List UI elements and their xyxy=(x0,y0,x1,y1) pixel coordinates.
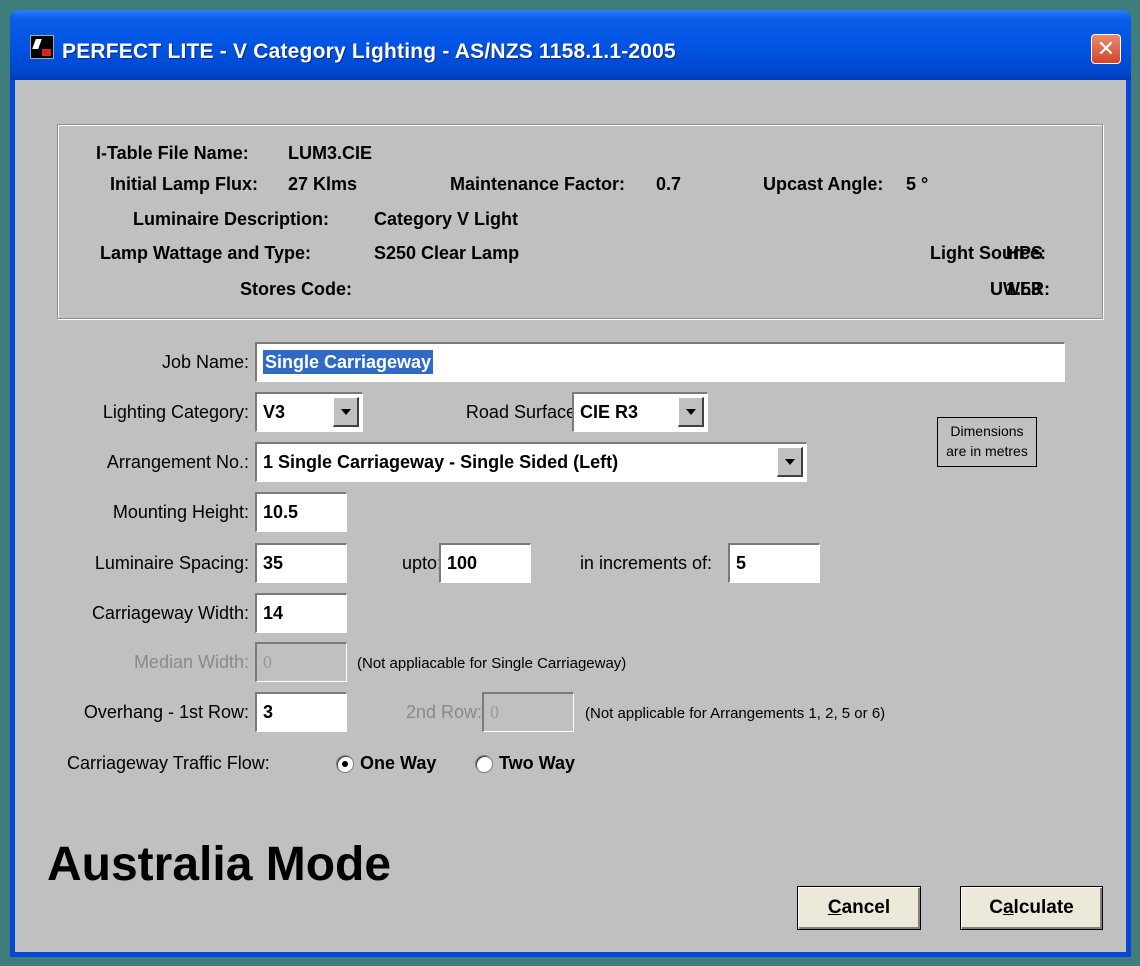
mounting-height-label: Mounting Height: xyxy=(112,502,249,522)
dialog-window: PERFECT LITE - V Category Lighting - AS/… xyxy=(10,10,1131,957)
median-width-label: Median Width: xyxy=(133,652,249,672)
maintenance-value: 0.7 xyxy=(656,174,682,194)
second-row-note: (Not applicable for Arrangements 1, 2, 5… xyxy=(585,705,886,722)
description-value: Category V Light xyxy=(374,209,519,229)
lighting-category-select[interactable]: V3 xyxy=(255,392,363,432)
job-name-label: Job Name: xyxy=(161,352,249,372)
chevron-down-icon[interactable] xyxy=(333,397,359,427)
description-label: Luminaire Description: xyxy=(133,209,330,229)
cancel-button[interactable]: Cancel xyxy=(797,886,921,930)
upcast-value: 5 ° xyxy=(906,174,929,194)
calculate-hotkey: a xyxy=(1002,897,1014,918)
luminaire-spacing-label: Luminaire Spacing: xyxy=(94,553,249,573)
flux-label: Initial Lamp Flux: xyxy=(110,174,259,194)
overhang-first-row-input[interactable]: 3 xyxy=(255,692,347,732)
lamp-label: Lamp Wattage and Type: xyxy=(100,243,312,263)
cancel-button-label: ancel xyxy=(841,897,891,918)
dimensions-note-line1: Dimensions xyxy=(950,423,1024,439)
two-way-label[interactable]: Two Way xyxy=(499,753,575,774)
upcast-label: Upcast Angle: xyxy=(763,174,884,194)
window-title: PERFECT LITE - V Category Lighting - AS/… xyxy=(62,40,676,63)
increments-label: in increments of: xyxy=(579,553,712,573)
dimensions-note: Dimensions are in metres xyxy=(937,417,1037,467)
two-way-radio[interactable] xyxy=(475,755,493,773)
title-bar[interactable]: PERFECT LITE - V Category Lighting - AS/… xyxy=(10,10,1131,80)
spacing-upto-input[interactable]: 100 xyxy=(439,543,531,583)
carriageway-width-label: Carriageway Width: xyxy=(91,603,249,623)
carriageway-width-input[interactable]: 14 xyxy=(255,593,347,633)
upto-label: upto: xyxy=(401,553,442,573)
traffic-flow-label: Carriageway Traffic Flow: xyxy=(67,753,270,773)
dialog-client-area: I-Table File Name: LUM3.CIE Initial Lamp… xyxy=(15,80,1126,952)
arrangement-label: Arrangement No.: xyxy=(106,452,249,472)
app-icon[interactable] xyxy=(30,35,54,59)
chevron-down-icon[interactable] xyxy=(678,397,704,427)
road-surface-label: Road Surface: xyxy=(465,402,581,422)
calculate-button-label: lculate xyxy=(1013,897,1074,918)
road-surface-value: CIE R3 xyxy=(580,402,639,422)
job-name-input[interactable]: Single Carriageway xyxy=(255,342,1065,382)
median-note: (Not appliacable for Single Carriageway) xyxy=(357,655,627,672)
lighting-category-label: Lighting Category: xyxy=(102,402,249,422)
one-way-radio[interactable] xyxy=(336,755,354,773)
overhang-second-row-input[interactable]: 0 xyxy=(482,692,574,732)
median-width-input[interactable]: 0 xyxy=(255,642,347,682)
calculate-button-prefix: C xyxy=(989,897,1003,918)
mounting-height-input[interactable]: 10.5 xyxy=(255,492,347,532)
flux-value: 27 Klms xyxy=(288,174,358,194)
maintenance-label: Maintenance Factor: xyxy=(450,174,626,194)
lamp-value: S250 Clear Lamp xyxy=(374,243,520,263)
light-source-value: HPS xyxy=(1006,243,1044,263)
cancel-hotkey: C xyxy=(827,897,842,918)
luminaire-info-panel: I-Table File Name: LUM3.CIE Initial Lamp… xyxy=(57,124,1103,319)
luminaire-spacing-input[interactable]: 35 xyxy=(255,543,347,583)
itable-label: I-Table File Name: xyxy=(96,143,249,163)
itable-value: LUM3.CIE xyxy=(288,143,373,163)
one-way-label[interactable]: One Way xyxy=(360,753,436,774)
spacing-increment-input[interactable]: 5 xyxy=(728,543,820,583)
uwlr-value: 1.53 xyxy=(1006,279,1042,299)
mode-indicator: Australia Mode xyxy=(47,838,392,891)
calculate-button[interactable]: Calculate xyxy=(960,886,1103,930)
close-button[interactable]: ✕ xyxy=(1091,34,1121,64)
stores-code-label: Stores Code: xyxy=(240,279,353,299)
overhang-first-row-label: Overhang - 1st Row: xyxy=(83,702,249,722)
job-name-selected-text: Single Carriageway xyxy=(263,350,434,374)
road-surface-select[interactable]: CIE R3 xyxy=(572,392,708,432)
arrangement-value: 1 Single Carriageway - Single Sided (Lef… xyxy=(263,452,619,472)
arrangement-select[interactable]: 1 Single Carriageway - Single Sided (Lef… xyxy=(255,442,807,482)
dimensions-note-line2: are in metres xyxy=(946,443,1028,459)
overhang-second-row-label: 2nd Row: xyxy=(405,702,482,722)
chevron-down-icon[interactable] xyxy=(777,447,803,477)
lighting-category-value: V3 xyxy=(263,402,286,422)
